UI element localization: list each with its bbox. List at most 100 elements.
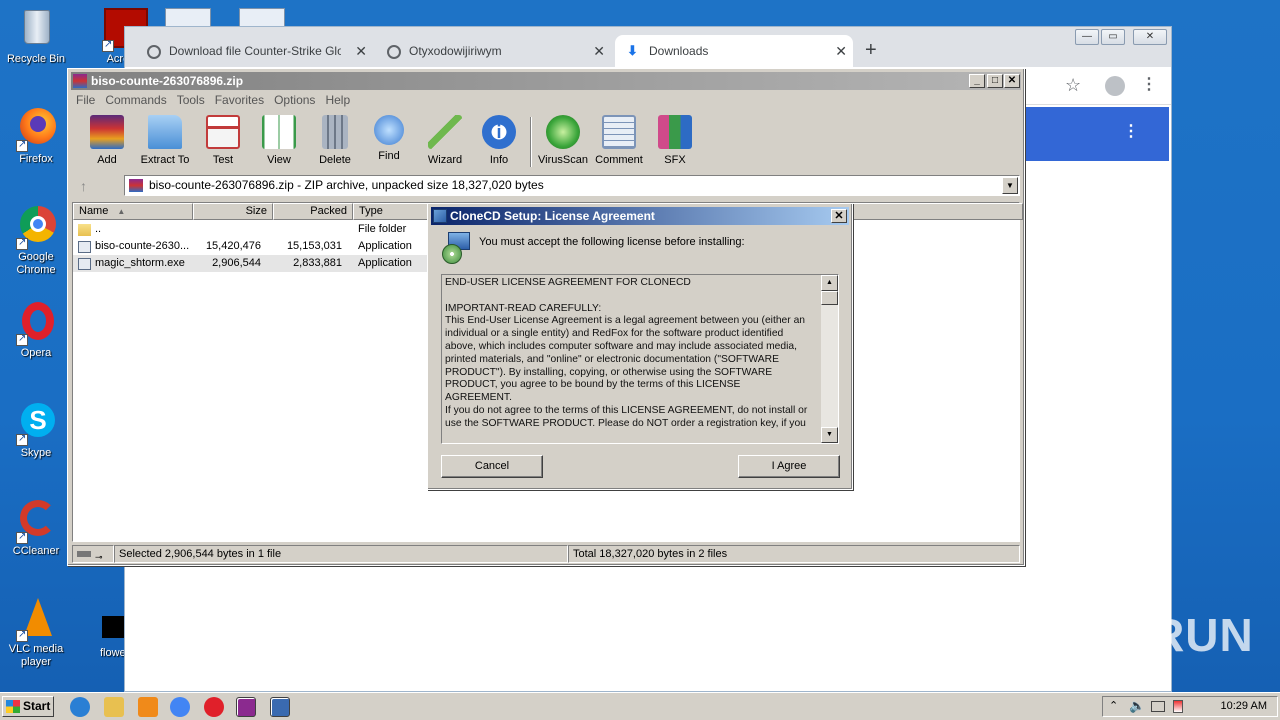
menu-commands[interactable]: Commands — [101, 91, 172, 109]
setup-icon[interactable] — [270, 697, 290, 717]
chrome-icon[interactable] — [170, 697, 190, 717]
desktop-icon-label: Google Chrome — [16, 251, 56, 276]
desktop-file-icon[interactable] — [239, 8, 285, 28]
application-icon — [78, 258, 91, 270]
toolbar-label: Add — [97, 154, 117, 166]
license-line: above, which includes computer software … — [445, 340, 797, 352]
license-textbox[interactable]: END-USER LICENSE AGREEMENT FOR CLONECD IM… — [441, 274, 839, 444]
menu-tools[interactable]: Tools — [173, 91, 211, 109]
info-button[interactable]: i Info — [470, 115, 528, 166]
volume-icon[interactable]: 🔈 — [1129, 698, 1145, 714]
license-line: AGREEMENT. — [445, 392, 512, 404]
menu-file[interactable]: File — [72, 91, 101, 109]
extract-to-button[interactable]: Extract To — [136, 115, 194, 166]
desktop-icon-recycle-bin[interactable]: Recycle Bin — [0, 6, 72, 66]
chrome-tab-download-file[interactable]: Download file Counter-Strike Global ✕ — [147, 35, 373, 67]
minimize-button[interactable]: _ — [969, 74, 985, 88]
toolbar-label: Info — [489, 154, 509, 166]
comment-button[interactable]: Comment — [590, 115, 648, 166]
skype-icon: S — [14, 400, 58, 446]
desktop-icon-firefox[interactable]: Firefox — [0, 106, 72, 166]
desktop-file-icon[interactable] — [165, 8, 211, 28]
shortcut-arrow-icon — [16, 332, 28, 346]
wizard-button[interactable]: Wizard — [416, 115, 474, 166]
desktop-icon-label: Recycle Bin — [6, 53, 66, 65]
cancel-button[interactable]: Cancel — [441, 455, 543, 478]
tab-close-icon[interactable]: ✕ — [835, 43, 847, 60]
chrome-tab-otyxodowijiriwym[interactable]: Otyxodowijiriwym ✕ — [387, 35, 611, 67]
status-selected: Selected 2,906,544 bytes in 1 file — [114, 545, 568, 563]
opera-icon[interactable] — [204, 697, 224, 717]
bookmark-star-icon[interactable]: ☆ — [1065, 75, 1081, 96]
menu-favorites[interactable]: Favorites — [211, 91, 270, 109]
desktop-icon-skype[interactable]: S Skype — [0, 400, 72, 460]
start-button[interactable]: Start — [2, 696, 54, 717]
license-line: PRODUCT, you agree to be bound by the te… — [445, 379, 741, 391]
test-button[interactable]: Test — [194, 115, 252, 166]
desktop-icon-label: Skype — [20, 447, 52, 459]
scroll-thumb[interactable] — [821, 291, 838, 305]
downloads-menu-icon[interactable]: ⋮ — [1123, 121, 1139, 141]
license-text: END-USER LICENSE AGREEMENT FOR CLONECD IM… — [445, 277, 823, 431]
network-icon[interactable] — [1151, 701, 1165, 712]
close-button[interactable]: ✕ — [1133, 29, 1167, 45]
delete-button[interactable]: Delete — [306, 115, 364, 166]
license-line: printed materials, and "online" or elect… — [445, 353, 779, 365]
menu-options[interactable]: Options — [270, 91, 321, 109]
archive-path-field[interactable]: biso-counte-263076896.zip - ZIP archive,… — [124, 175, 1020, 196]
winrar-icon[interactable] — [236, 697, 256, 717]
virusscan-button[interactable]: VirusScan — [534, 115, 592, 166]
security-flag-icon[interactable] — [1173, 700, 1183, 713]
column-header-size[interactable]: Size — [193, 203, 273, 220]
desktop-icon-ccleaner[interactable]: CCleaner — [0, 498, 72, 558]
application-icon — [78, 241, 91, 253]
column-header-name[interactable]: Name ▲ — [73, 203, 193, 220]
license-scrollbar[interactable]: ▲ ▼ — [821, 275, 838, 443]
tab-close-icon[interactable]: ✕ — [355, 43, 367, 60]
tab-title: Downloads — [649, 44, 709, 58]
chrome-menu-icon[interactable]: ⋮ — [1141, 74, 1157, 94]
dialog-close-button[interactable]: ✕ — [831, 209, 847, 223]
find-magnifier-icon — [374, 115, 404, 145]
status-icons: ⊸ — [72, 545, 114, 563]
maximize-button[interactable]: □ — [987, 74, 1003, 88]
chrome-tab-downloads[interactable]: ⬇ Downloads ✕ — [615, 35, 853, 67]
close-button[interactable]: ✕ — [1004, 74, 1020, 88]
find-button[interactable]: Find — [360, 115, 418, 162]
add-button[interactable]: Add — [78, 115, 136, 166]
view-button[interactable]: View — [250, 115, 308, 166]
desktop-icon-opera[interactable]: Opera — [0, 300, 72, 360]
tab-close-icon[interactable]: ✕ — [593, 43, 605, 60]
desktop-icon-chrome[interactable]: Google Chrome — [0, 204, 72, 277]
explorer-folder-icon[interactable] — [104, 697, 124, 717]
file-name: .. — [95, 223, 102, 235]
system-tray: ⌃ 🔈 10:29 AM — [1102, 696, 1278, 717]
tray-expand-icon[interactable]: ⌃ — [1109, 699, 1118, 712]
column-header-packed[interactable]: Packed — [273, 203, 353, 220]
globe-icon — [147, 45, 161, 59]
installer-icon — [442, 232, 470, 266]
scroll-down-icon[interactable]: ▼ — [821, 427, 838, 443]
media-player-icon[interactable] — [138, 697, 158, 717]
archive-icon — [129, 179, 143, 192]
dropdown-arrow-icon[interactable]: ▼ — [1002, 177, 1018, 194]
restore-button[interactable]: ▭ — [1101, 29, 1125, 45]
new-tab-button[interactable]: + — [865, 39, 877, 61]
ie-icon[interactable] — [70, 697, 90, 717]
license-line — [445, 290, 823, 303]
menu-help[interactable]: Help — [321, 91, 356, 109]
sort-ascending-icon: ▲ — [117, 207, 126, 216]
i-agree-button[interactable]: I Agree — [738, 455, 840, 478]
minimize-button[interactable]: — — [1075, 29, 1099, 45]
license-line: END-USER LICENSE AGREEMENT FOR CLONECD — [445, 277, 691, 288]
file-type: File folder — [358, 223, 407, 235]
drive-icon — [77, 551, 91, 557]
up-arrow-icon[interactable]: ↑ — [80, 178, 87, 194]
firefox-icon — [14, 106, 58, 152]
sfx-button[interactable]: SFX — [646, 115, 704, 166]
extract-folder-icon — [148, 115, 182, 149]
desktop-icon-vlc[interactable]: VLC media player — [0, 596, 72, 669]
profile-avatar-icon[interactable] — [1105, 76, 1125, 96]
scroll-up-icon[interactable]: ▲ — [821, 275, 838, 291]
add-archive-icon — [90, 115, 124, 149]
